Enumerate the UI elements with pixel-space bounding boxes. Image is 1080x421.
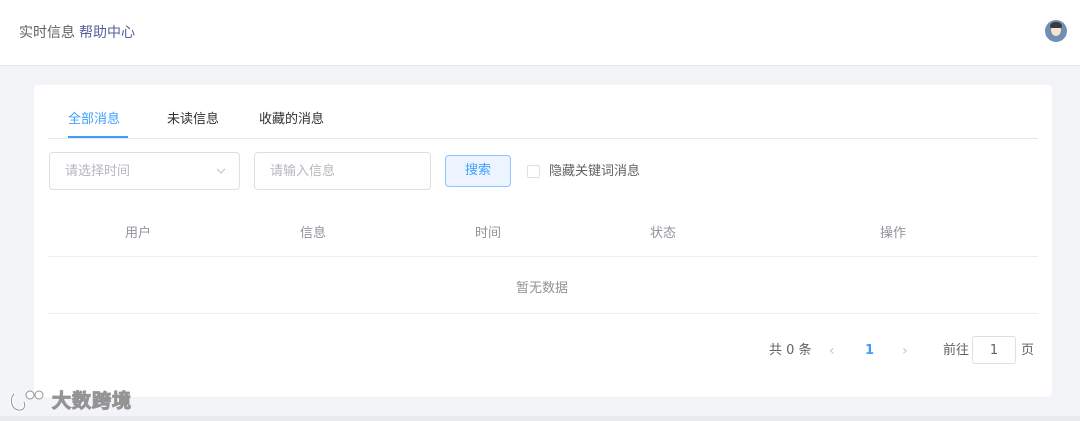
column-header-user: 用户 [124,226,152,241]
hide-keyword-label[interactable]: 隐藏关键词消息 [549,163,640,180]
search-button[interactable]: 搜索 [445,155,511,187]
breadcrumb: 实时信息 帮助中心 [19,24,135,42]
table-header: 用户 信息 时间 状态 操作 [48,211,1038,257]
hide-keyword-checkbox[interactable] [527,165,540,178]
tab-unread-messages[interactable]: 未读信息 [167,111,219,129]
tab-all-messages[interactable]: 全部消息 [68,111,120,129]
chevron-left-icon[interactable]: ‹ [829,342,835,360]
time-select-placeholder: 请选择时间 [65,164,131,179]
logo-icon [9,390,44,412]
column-header-time: 时间 [474,226,502,241]
empty-state-text: 暂无数据 [515,281,569,296]
pagination-total: 共 0 条 [769,343,812,358]
message-tabs: 全部消息 未读信息 收藏的消息 [48,85,1038,139]
chevron-right-icon[interactable]: › [902,342,908,360]
column-header-info: 信息 [299,226,327,241]
chevron-down-icon [216,168,226,174]
column-header-status: 状态 [649,226,677,241]
top-bar: 实时信息 帮助中心 [0,0,1080,66]
pagination-page-1[interactable]: 1 [865,342,874,360]
pagination-goto-label: 前往 [943,343,970,358]
pagination-goto-input[interactable] [972,336,1016,364]
table-empty-row: 暂无数据 [48,257,1038,314]
column-header-actions: 操作 [879,226,907,241]
breadcrumb-help-center-link[interactable]: 帮助中心 [79,25,135,41]
time-select[interactable]: 请选择时间 [49,152,240,190]
tab-favorite-messages[interactable]: 收藏的消息 [259,111,324,129]
bottom-strip [0,416,1080,421]
pagination-page-suffix: 页 [1021,343,1035,358]
messages-panel: 全部消息 未读信息 收藏的消息 请选择时间 搜索 隐藏关键词消息 用户 信息 时… [34,85,1052,397]
user-avatar-icon[interactable] [1045,20,1067,42]
watermark-text: 大数跨境 [51,390,133,413]
active-tab-indicator [68,136,128,138]
breadcrumb-current: 实时信息 [19,25,75,41]
info-search-input[interactable] [254,152,431,190]
